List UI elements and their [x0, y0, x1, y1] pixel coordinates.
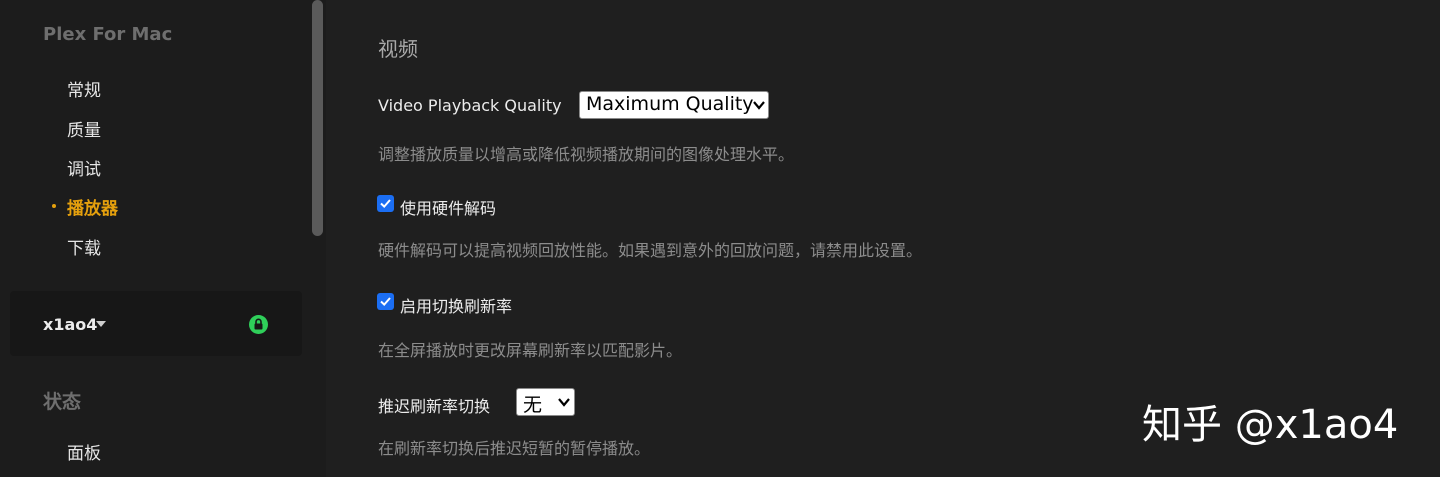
account-name[interactable]: x1ao4: [43, 315, 97, 334]
sidebar-item-downloads[interactable]: 下载: [67, 234, 101, 259]
chevron-down-icon: [753, 101, 765, 110]
sidebar-item-dashboard[interactable]: 面板: [67, 439, 101, 464]
sidebar-item-general[interactable]: 常规: [67, 76, 101, 101]
video-quality-help: 调整播放质量以增高或降低视频播放期间的图像处理水平。: [378, 145, 795, 164]
refresh-delay-value: 无: [523, 394, 543, 416]
video-quality-label: Video Playback Quality: [378, 96, 562, 115]
hw-decode-label[interactable]: 使用硬件解码: [400, 195, 496, 219]
hw-decode-help: 硬件解码可以提高视频回放性能。如果遇到意外的回放问题，请禁用此设置。: [378, 241, 923, 260]
caret-down-icon[interactable]: [96, 321, 106, 327]
hw-decode-checkbox[interactable]: [377, 195, 394, 212]
status-section-header: 状态: [43, 391, 82, 413]
lock-icon: [249, 315, 268, 334]
refresh-switch-label[interactable]: 启用切换刷新率: [400, 293, 512, 317]
watermark: 知乎 @x1ao4: [1142, 402, 1399, 448]
sidebar-item-quality[interactable]: 质量: [67, 116, 101, 141]
refresh-switch-help: 在全屏播放时更改屏幕刷新率以匹配影片。: [378, 341, 683, 360]
video-quality-value: Maximum Quality: [586, 93, 754, 115]
app-title: Plex For Mac: [43, 24, 173, 45]
page-title: 视频: [378, 37, 418, 61]
account-switcher[interactable]: x1ao4: [10, 291, 302, 356]
refresh-delay-select[interactable]: 无: [516, 388, 575, 416]
sidebar: Plex For Mac 常规 质量 调试 播放器 下载 x1ao4 状态 面板: [0, 0, 326, 477]
chevron-down-icon: [558, 398, 570, 407]
refresh-delay-help: 在刷新率切换后推迟短暂的暂停播放。: [378, 439, 651, 458]
video-quality-select[interactable]: Maximum Quality: [579, 91, 769, 119]
active-indicator-dot: [52, 204, 56, 208]
sidebar-item-player[interactable]: 播放器: [67, 194, 118, 219]
sidebar-scrollbar[interactable]: [312, 0, 323, 236]
refresh-switch-checkbox[interactable]: [377, 293, 394, 310]
checkmark-icon: [380, 297, 391, 307]
checkmark-icon: [380, 199, 391, 209]
refresh-delay-label: 推迟刷新率切换: [378, 397, 491, 416]
sidebar-item-debug[interactable]: 调试: [67, 155, 101, 180]
